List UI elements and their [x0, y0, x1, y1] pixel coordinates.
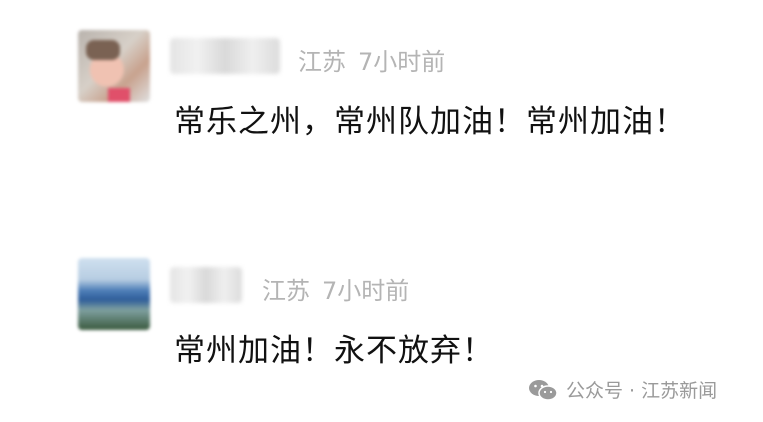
comment-location: 江苏 — [262, 277, 310, 305]
comment-location: 江苏 — [298, 48, 346, 76]
username-blurred[interactable] — [170, 38, 280, 74]
avatar[interactable] — [78, 30, 150, 102]
comment-time: 7小时前 — [322, 277, 410, 305]
comment-meta: 江苏 7小时前 — [262, 271, 421, 306]
avatar[interactable] — [78, 258, 150, 330]
wechat-icon — [529, 379, 558, 401]
comment-time: 7小时前 — [358, 48, 446, 76]
comment-text[interactable]: 常州加油！永不放弃！ — [174, 325, 494, 370]
watermark-text: 公众号 · 江苏新闻 — [566, 380, 718, 402]
username-blurred[interactable] — [170, 267, 242, 303]
comment-meta: 江苏 7小时前 — [298, 42, 457, 77]
watermark: 公众号 · 江苏新闻 — [528, 376, 717, 403]
comment-text[interactable]: 常乐之州，常州队加油！常州加油！ — [174, 96, 686, 141]
